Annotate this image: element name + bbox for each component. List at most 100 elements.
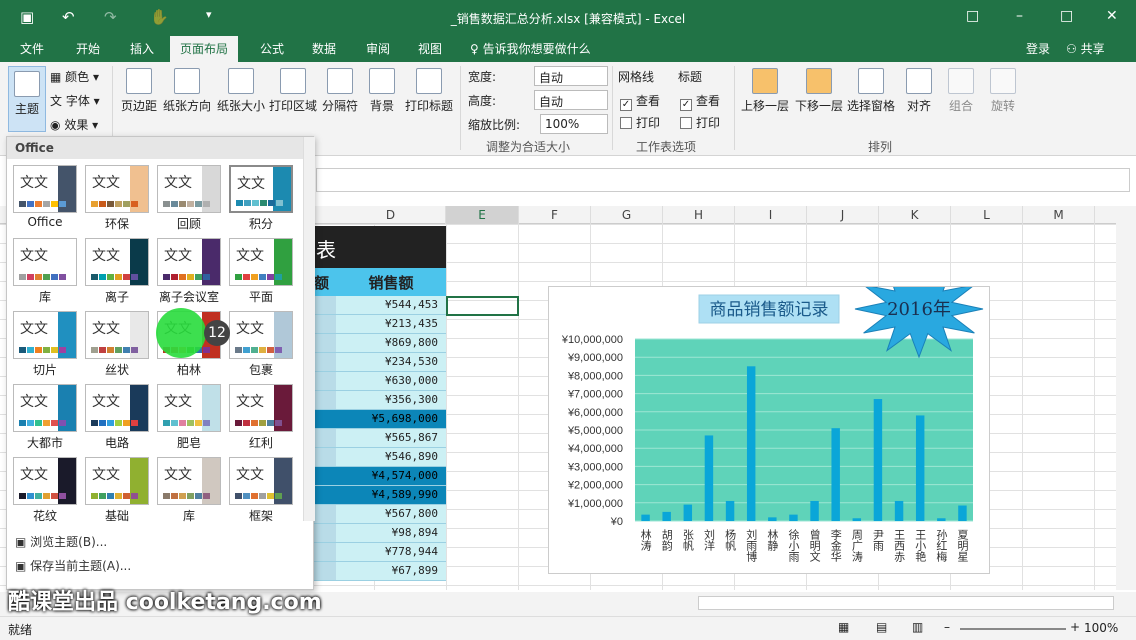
height-dropdown[interactable]: 自动 [534,90,608,110]
sales-value-cell[interactable]: ¥546,890 [336,448,446,467]
effects-button[interactable]: ◉ 效果 ▾ [50,116,98,133]
maximize-button[interactable]: □ [1060,8,1073,24]
headings-print-checkbox[interactable]: 打印 [680,114,720,131]
theme-thumb[interactable]: 文文库 [157,457,221,524]
table-cell[interactable] [314,296,336,315]
table-cell[interactable] [314,372,336,391]
tab-review[interactable]: 审阅 [366,40,390,57]
column-header[interactable]: G [591,206,663,224]
table-row[interactable]: ¥546,890 [314,448,446,467]
table-row[interactable]: ¥544,453 [314,296,446,315]
fonts-button[interactable]: 文 字体 ▾ [50,92,100,109]
gallery-scrollbar[interactable] [303,137,315,521]
margins-button[interactable]: 页边距 [118,68,160,114]
tab-view[interactable]: 视图 [418,40,442,57]
table-header-cell[interactable]: 销售额 [336,268,446,296]
sales-value-cell[interactable]: ¥869,800 [336,334,446,353]
sales-value-cell[interactable]: ¥213,435 [336,315,446,334]
table-cell[interactable] [314,410,336,429]
tab-page-layout[interactable]: 页面布局 [170,36,239,62]
chart[interactable]: ¥0 ¥1,000,000 ¥2,000,000 ¥3,000,000 ¥4,000,0… [548,259,990,574]
page-layout-view-icon[interactable]: ▤ [876,620,887,634]
send-backward-button[interactable]: 下移一层 [794,68,844,114]
theme-thumb[interactable]: 文文 包裹 [229,311,293,378]
tab-formulas[interactable]: 公式 [260,40,284,57]
background-button[interactable]: 背景 [364,68,400,114]
theme-thumb[interactable]: 文文 离子 [85,238,149,305]
zoom-level[interactable]: 100% [1084,621,1118,635]
table-row[interactable]: ¥869,800 [314,334,446,353]
vertical-scrollbar[interactable] [1116,206,1136,590]
horizontal-scrollbar[interactable] [698,596,1114,610]
zoom-slider[interactable] [960,628,1066,630]
table-cell[interactable] [314,429,336,448]
table-row[interactable]: ¥565,867 [314,429,446,448]
theme-thumb[interactable]: 文文 框架 [229,457,293,524]
minimize-button[interactable]: – [1016,8,1023,24]
theme-thumb[interactable]: 文文 大都市 [13,384,77,451]
column-header[interactable]: F [519,206,591,224]
column-header[interactable]: K [879,206,951,224]
table-cell[interactable] [314,562,336,581]
colors-button[interactable]: ▦ 颜色 ▾ [50,68,99,85]
theme-thumb[interactable]: 文文 平面 [229,238,293,305]
table-row[interactable]: ¥778,944 [314,543,446,562]
sales-value-cell[interactable]: ¥565,867 [336,429,446,448]
theme-thumb[interactable]: 文文 丝状 [85,311,149,378]
sales-value-cell[interactable]: ¥356,300 [336,391,446,410]
theme-thumb[interactable]: 文文 基础 [85,457,149,524]
theme-thumb[interactable]: 文文 回顾 [157,165,221,232]
table-cell[interactable] [314,505,336,524]
sales-value-cell[interactable]: ¥234,530 [336,353,446,372]
theme-thumb[interactable]: 文文 离子会议室 [157,238,221,305]
gridlines-print-checkbox[interactable]: 打印 [620,114,660,131]
table-row[interactable]: ¥4,589,990 [314,486,446,505]
print-titles-button[interactable]: 打印标题 [404,68,454,114]
formula-input[interactable] [316,168,1130,192]
sales-value-cell[interactable]: ¥567,800 [336,505,446,524]
browse-themes-item[interactable]: ▣ 浏览主题(B)... [15,533,107,550]
sales-value-cell[interactable]: ¥778,944 [336,543,446,562]
share-button[interactable]: ⚇ 共享 [1066,40,1105,57]
gridlines-view-checkbox[interactable]: ✓ 查看 [620,92,660,111]
ribbon-display-icon[interactable]: □ [966,8,979,24]
align-button[interactable]: 对齐 [904,68,934,114]
theme-thumb[interactable]: 文文 切片 [13,311,77,378]
column-header[interactable]: M [1023,206,1095,224]
size-button[interactable]: 纸张大小 [214,68,268,114]
column-header[interactable]: D [336,206,446,224]
theme-thumb[interactable]: 文文库 [13,238,77,305]
table-cell[interactable] [314,334,336,353]
print-area-button[interactable]: 打印区域 [268,68,318,114]
table-row[interactable]: ¥98,894 [314,524,446,543]
table-row[interactable]: ¥567,800 [314,505,446,524]
table-row[interactable]: ¥213,435 [314,315,446,334]
bring-forward-button[interactable]: 上移一层 [740,68,790,114]
table-cell[interactable] [314,353,336,372]
table-cell[interactable] [314,391,336,410]
selected-cell[interactable] [446,296,519,316]
column-header[interactable]: H [663,206,735,224]
theme-thumb[interactable]: 文文 花纹 [13,457,77,524]
theme-thumb[interactable]: 文文 红利 [229,384,293,451]
column-header[interactable]: E [446,206,519,224]
table-row[interactable]: ¥630,000 [314,372,446,391]
table-cell[interactable] [314,543,336,562]
sales-value-cell[interactable]: ¥5,698,000 [336,410,446,429]
table-cell[interactable] [314,315,336,334]
table-cell[interactable] [314,448,336,467]
table-header-cell[interactable]: 额 [314,268,336,296]
sales-value-cell[interactable]: ¥4,589,990 [336,486,446,505]
orientation-button[interactable]: 纸张方向 [160,68,214,114]
zoom-in-icon[interactable]: + [1070,620,1080,634]
headings-view-checkbox[interactable]: ✓ 查看 [680,92,720,111]
scale-spinner[interactable]: 100% [540,114,608,134]
width-dropdown[interactable]: 自动 [534,66,608,86]
table-row[interactable]: ¥356,300 [314,391,446,410]
tab-insert[interactable]: 插入 [130,40,154,57]
sales-value-cell[interactable]: ¥98,894 [336,524,446,543]
themes-button[interactable]: 主题 [8,66,46,132]
tab-data[interactable]: 数据 [312,40,336,57]
sales-value-cell[interactable]: ¥630,000 [336,372,446,391]
table-row[interactable]: ¥67,899 [314,562,446,581]
